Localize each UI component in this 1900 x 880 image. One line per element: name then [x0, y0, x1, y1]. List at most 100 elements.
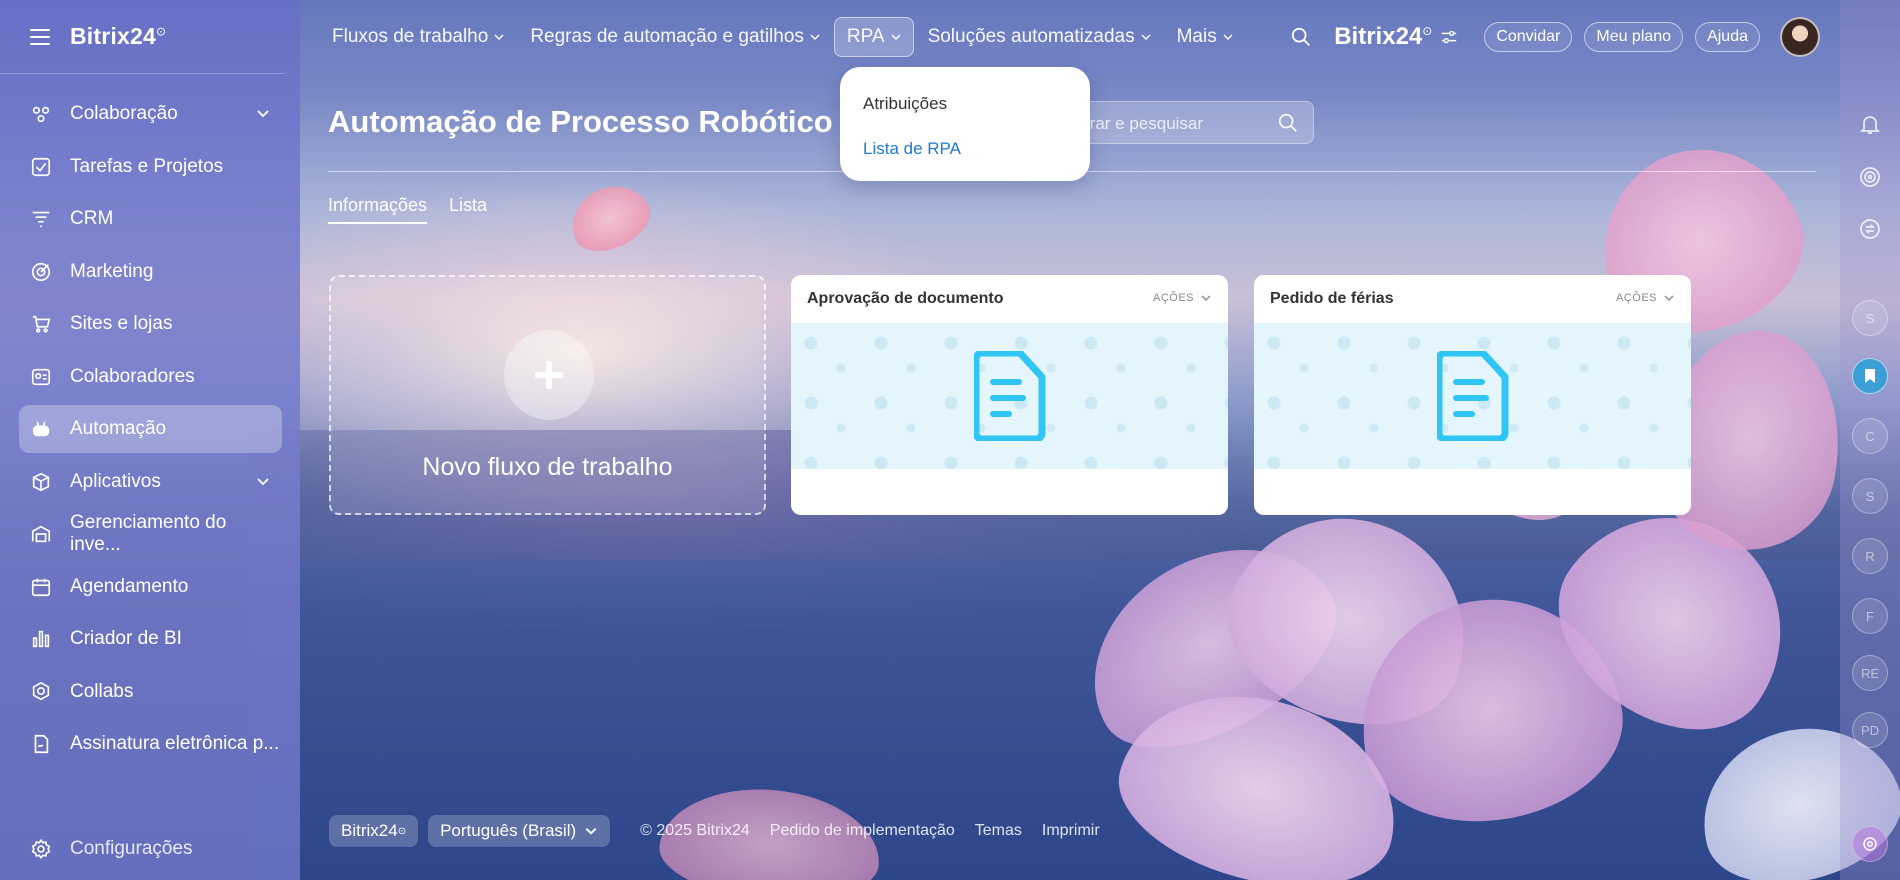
workflow-card-title: Aprovação de documento	[807, 290, 1004, 307]
menu-item-lista-rpa[interactable]: Lista de RPA	[863, 139, 961, 159]
sidebar-item-label: Tarefas e Projetos	[70, 155, 224, 177]
document-icon	[974, 351, 1046, 441]
footer-link-implementation[interactable]: Pedido de implementação	[770, 822, 955, 840]
marketing-icon	[30, 261, 52, 283]
bell-icon[interactable]	[1858, 112, 1882, 136]
rpa-dropdown-menu: Atribuições Lista de RPA	[840, 67, 1090, 181]
chevron-down-icon[interactable]	[256, 106, 270, 120]
new-workflow-label: Novo fluxo de trabalho	[422, 453, 673, 481]
search-icon[interactable]	[1290, 26, 1312, 48]
crm-icon	[30, 208, 52, 230]
cart-icon	[30, 313, 52, 335]
workflow-card[interactable]: Aprovação de documento AÇÕES	[791, 275, 1228, 515]
robot-icon	[30, 418, 52, 440]
bookmark-icon[interactable]	[1852, 358, 1888, 394]
footer-brand-button[interactable]: Bitrix24 ⊙	[329, 815, 419, 847]
nav-item-label: Soluções automatizadas	[927, 26, 1135, 47]
sidebar-item-agendamento[interactable]: Agendamento	[19, 563, 282, 611]
employees-icon	[30, 366, 52, 388]
workflow-card-header: Aprovação de documento AÇÕES	[791, 275, 1228, 323]
page-tabs: Informações Lista	[328, 195, 509, 224]
sidebar-item-colabora-o[interactable]: Colaboração	[19, 90, 282, 138]
sidebar: Bitrix24⊙ Colaboração Tarefas e Projetos C…	[0, 0, 300, 880]
plus-icon	[504, 330, 594, 420]
page-title: Automação de Processo Robótico (RPA)	[328, 104, 926, 139]
tasks-icon	[30, 156, 52, 178]
sidebar-item-assinatura-eletr-nica-p[interactable]: Assinatura eletrônica p...	[19, 720, 282, 768]
chat-avatar[interactable]: PD	[1852, 712, 1888, 748]
footer-link-print[interactable]: Imprimir	[1042, 822, 1100, 840]
sidebar-item-label: Agendamento	[70, 575, 189, 597]
nav-item-1[interactable]: Regras de automação e gatilhos	[530, 26, 820, 48]
sidebar-item-label: Marketing	[70, 260, 154, 282]
top-right-controls: Bitrix24⊙ Convidar Meu plano Ajuda	[1290, 0, 1820, 74]
sidebar-item-collabs[interactable]: Collabs	[19, 668, 282, 716]
nav-item-3[interactable]: Soluções automatizadas	[928, 26, 1151, 48]
invite-button[interactable]: Convidar	[1484, 22, 1573, 52]
sidebar-item-label: Collabs	[70, 680, 134, 702]
nav-item-label: Fluxos de trabalho	[332, 26, 489, 47]
nav-item-0[interactable]: Fluxos de trabalho	[332, 26, 504, 48]
sidebar-item-sites-e-lojas[interactable]: Sites e lojas	[19, 300, 282, 348]
settings-sliders-icon[interactable]	[1440, 28, 1458, 46]
chat-avatar[interactable]: S	[1852, 300, 1888, 336]
copilot-chat-icon[interactable]	[1852, 826, 1888, 862]
chat-avatar[interactable]: C	[1852, 418, 1888, 454]
sidebar-item-aplicativos[interactable]: Aplicativos	[19, 458, 282, 506]
chat-sync-icon[interactable]	[1858, 217, 1882, 241]
logo[interactable]: Bitrix24⊙	[70, 23, 166, 50]
copyright-text: © 2025 Bitrix24	[640, 822, 750, 839]
workflow-card[interactable]: Pedido de férias AÇÕES	[1254, 275, 1691, 515]
card-actions-menu[interactable]: AÇÕES	[1616, 292, 1675, 304]
right-panel: S C S R F RE PD	[1840, 0, 1900, 880]
chat-avatar[interactable]: S	[1852, 478, 1888, 514]
sidebar-item-automa-o[interactable]: Automação	[19, 405, 282, 453]
chat-avatar[interactable]: F	[1852, 598, 1888, 634]
sidebar-item-settings[interactable]: Configurações	[30, 838, 193, 860]
nav-item-2[interactable]: RPA	[833, 17, 914, 57]
sidebar-item-label: Colaboradores	[70, 365, 195, 387]
nav-item-4[interactable]: Mais	[1177, 26, 1233, 48]
sidebar-item-label: Assinatura eletrônica p...	[70, 733, 280, 754]
sidebar-item-label: Colaboração	[70, 103, 178, 124]
sidebar-item-colaboradores[interactable]: Colaboradores	[19, 353, 282, 401]
menu-icon[interactable]	[30, 28, 50, 45]
top-navigation-bar: Fluxos de trabalho Regras de automação e …	[300, 0, 1840, 74]
chat-avatar[interactable]: R	[1852, 538, 1888, 574]
sidebar-item-gerenciamento-do-inve[interactable]: Gerenciamento do inve...	[19, 510, 282, 558]
workflow-card-preview	[791, 323, 1228, 469]
workflow-card-header: Pedido de férias AÇÕES	[1254, 275, 1691, 323]
sidebar-header: Bitrix24⊙	[0, 0, 284, 74]
top-nav: Fluxos de trabalho Regras de automação e …	[332, 17, 1259, 57]
sidebar-menu: Colaboração Tarefas e Projetos CRM Marketin…	[0, 90, 300, 768]
chat-avatar[interactable]: RE	[1852, 655, 1888, 691]
chevron-down-icon	[810, 34, 820, 40]
help-button[interactable]: Ajuda	[1695, 22, 1760, 52]
chevron-down-icon	[1664, 295, 1674, 302]
sidebar-item-crm[interactable]: CRM	[19, 195, 282, 243]
bar-chart-icon	[30, 628, 52, 650]
chevron-down-icon[interactable]	[256, 474, 270, 488]
sidebar-item-label: Gerenciamento do inve...	[70, 512, 227, 555]
brand-logo[interactable]: Bitrix24⊙	[1334, 23, 1432, 51]
box-icon	[30, 471, 52, 493]
copilot-icon[interactable]	[1858, 165, 1882, 189]
my-plan-button[interactable]: Meu plano	[1584, 22, 1684, 52]
tab-informacoes[interactable]: Informações	[328, 195, 428, 224]
sidebar-item-label: Criador de BI	[70, 628, 182, 649]
language-selector[interactable]: Português (Brasil)	[428, 815, 611, 847]
settings-label: Configurações	[70, 838, 193, 859]
nav-item-label: Mais	[1176, 26, 1217, 47]
sidebar-item-criador-de-bi[interactable]: Criador de BI	[19, 615, 282, 663]
sidebar-item-tarefas-e-projetos[interactable]: Tarefas e Projetos	[19, 143, 282, 191]
footer-link-themes[interactable]: Temas	[975, 822, 1022, 840]
tab-lista[interactable]: Lista	[449, 195, 487, 224]
workflow-card-preview	[1254, 323, 1691, 469]
card-actions-menu[interactable]: AÇÕES	[1153, 292, 1212, 304]
new-workflow-card[interactable]: Novo fluxo de trabalho	[329, 275, 766, 515]
user-avatar[interactable]	[1780, 17, 1820, 57]
sidebar-item-marketing[interactable]: Marketing	[19, 248, 282, 296]
menu-item-atribuicoes[interactable]: Atribuições	[863, 94, 947, 114]
collaboration-icon	[30, 103, 52, 125]
search-icon[interactable]	[1277, 112, 1299, 134]
